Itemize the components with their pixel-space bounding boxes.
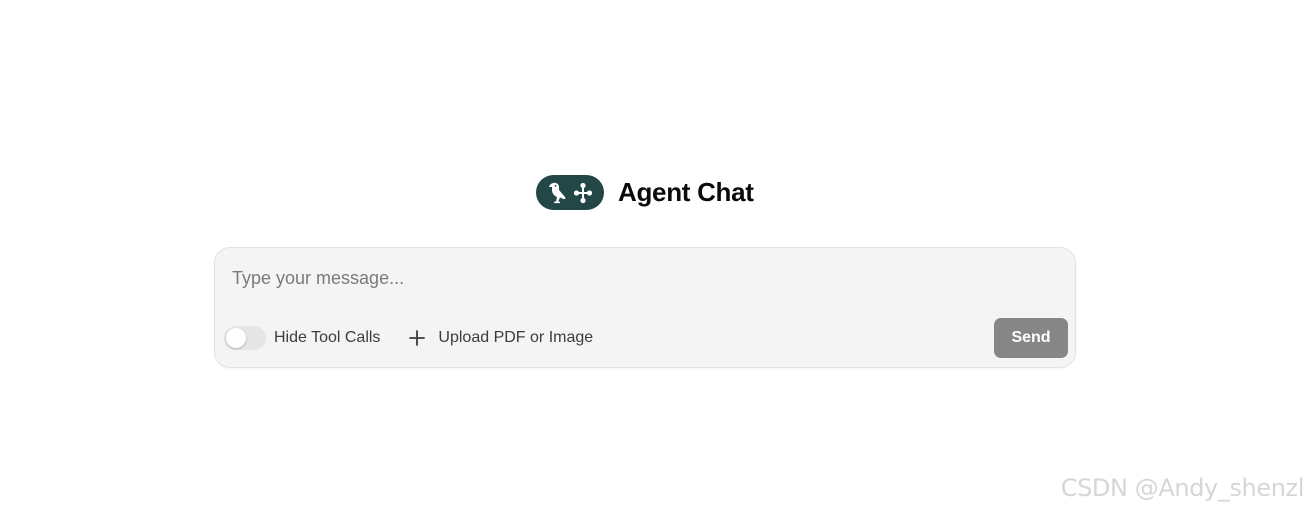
page: Agent Chat Hide Tool Calls Upload PDF or…	[0, 0, 1308, 510]
hide-tool-calls-toggle[interactable]	[224, 326, 266, 350]
plus-icon	[408, 329, 438, 347]
app-title: Agent Chat	[618, 177, 754, 207]
graph-nodes-icon	[573, 182, 593, 204]
parrot-icon	[547, 181, 569, 205]
composer-toolbar: Hide Tool Calls Upload PDF or Image	[224, 326, 593, 350]
app-header: Agent Chat	[536, 175, 754, 210]
send-button[interactable]: Send	[994, 318, 1068, 358]
app-logo	[536, 175, 604, 210]
upload-label: Upload PDF or Image	[438, 329, 594, 346]
hide-tool-calls-label[interactable]: Hide Tool Calls	[274, 329, 380, 347]
message-composer: Hide Tool Calls Upload PDF or Image Send	[214, 247, 1076, 368]
toggle-knob	[226, 328, 246, 348]
upload-file-button[interactable]: Upload PDF or Image	[408, 329, 593, 347]
watermark: CSDN @Andy_shenzl	[1060, 474, 1305, 502]
message-input[interactable]	[232, 264, 1052, 292]
